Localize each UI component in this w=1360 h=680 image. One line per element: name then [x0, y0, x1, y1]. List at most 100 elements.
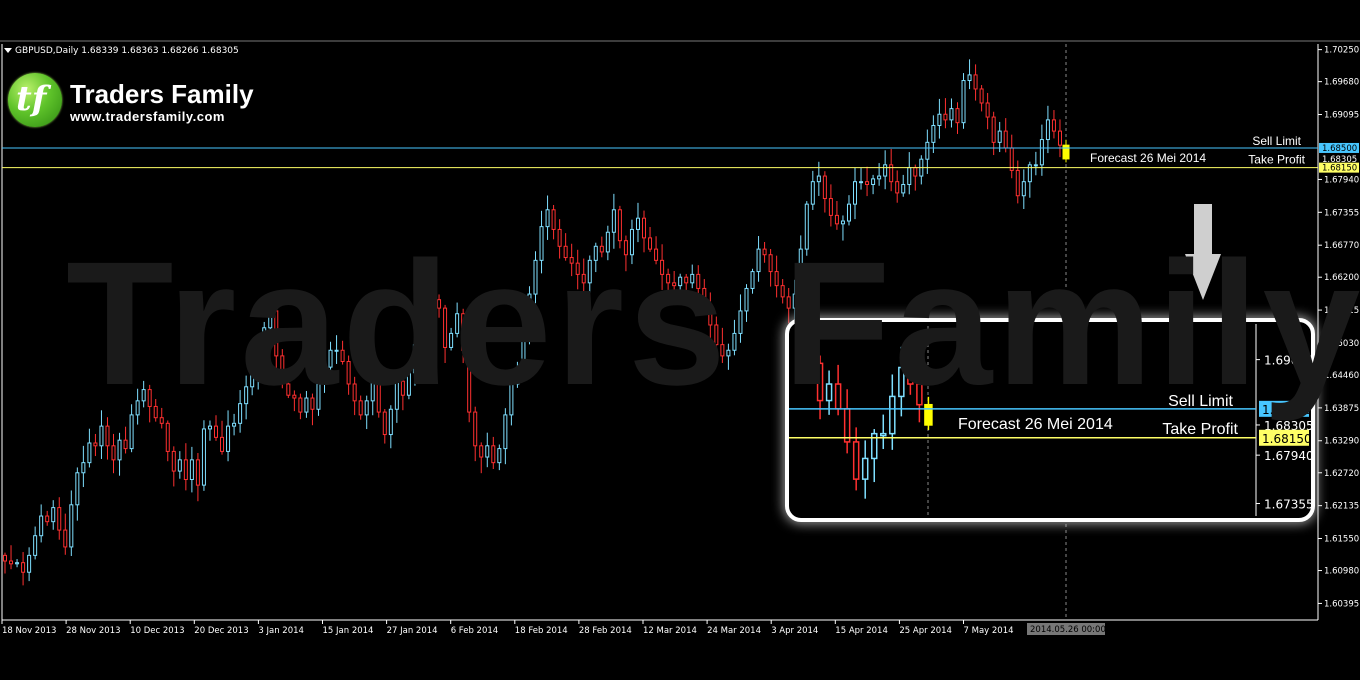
candle-body — [195, 459, 200, 486]
price-tick-label: 1.69095 — [1324, 111, 1359, 121]
candle-body — [961, 80, 966, 124]
candle-body — [232, 422, 237, 427]
candle-body — [1062, 144, 1070, 160]
dropdown-triangle-icon[interactable] — [4, 48, 12, 53]
price-tick-label: 1.67355 — [1324, 208, 1359, 218]
candle-body — [925, 141, 930, 160]
symbol-info[interactable]: GBPUSD,Daily 1.68339 1.68363 1.68266 1.6… — [4, 46, 239, 56]
candle-body — [913, 167, 918, 177]
time-tick-label: 28 Feb 2014 — [579, 626, 632, 636]
brand-watermark: Traders Family — [66, 226, 1360, 422]
time-tick-label: 24 Mar 2014 — [707, 626, 761, 636]
candle-body — [816, 175, 821, 183]
candle-body — [865, 181, 870, 185]
inset-tick-label: 1.67940 — [1264, 449, 1314, 463]
price-tick-label: 1.63290 — [1324, 437, 1359, 447]
time-tick-label: 20 Dec 2013 — [194, 626, 248, 636]
candle-body — [973, 74, 978, 90]
candle-body — [949, 108, 954, 121]
candle-body — [991, 116, 996, 143]
candle-body — [497, 448, 502, 464]
cursor-time-label: 2014.05.26 00:00 — [1030, 625, 1106, 635]
candle-body — [1051, 119, 1056, 132]
time-tick-label: 12 Mar 2014 — [643, 626, 697, 636]
candle-body — [853, 181, 858, 205]
candle-body — [997, 130, 1002, 143]
time-tick-label: 7 May 2014 — [964, 626, 1014, 636]
candle-body — [177, 459, 182, 472]
candle-body — [117, 439, 122, 461]
candle-body — [1021, 181, 1026, 197]
candle-body — [883, 164, 888, 177]
candle-body — [99, 425, 104, 447]
price-tick-label: 1.60395 — [1324, 599, 1359, 609]
take-profit-label: Take Profit — [1248, 153, 1305, 167]
candle-body — [63, 529, 68, 548]
price-tick-label: 1.69680 — [1324, 78, 1359, 88]
inset-candle-body — [861, 457, 869, 480]
price-tick-label: 1.61550 — [1324, 535, 1359, 545]
inset-tick-label: 1.67355 — [1264, 498, 1314, 512]
candle-body — [479, 445, 484, 458]
candle-body — [123, 439, 128, 450]
candle-body — [979, 88, 984, 104]
candle-body — [51, 507, 56, 523]
inset-tp-label: Take Profit — [1162, 421, 1238, 438]
price-levels: Sell Limit Take Profit Forecast 26 Mei 201… — [2, 134, 1318, 169]
candle-body — [1009, 147, 1014, 171]
time-tick-label: 15 Jan 2014 — [323, 626, 374, 636]
candle-body — [171, 450, 176, 472]
candle-body — [207, 425, 212, 430]
candle-body — [810, 181, 815, 205]
price-tick-label: 1.62720 — [1324, 469, 1359, 479]
candle-body — [69, 504, 74, 548]
time-tick-label: 27 Jan 2014 — [387, 626, 438, 636]
time-tick-label: 18 Feb 2014 — [515, 626, 568, 636]
candle-body — [33, 535, 38, 556]
candle-body — [189, 459, 194, 481]
candle-body — [1045, 119, 1050, 141]
candle-body — [907, 167, 912, 185]
tp-price-tag: 1.68150 — [1322, 164, 1357, 174]
candle-body — [828, 198, 833, 216]
candle-body — [201, 428, 206, 486]
candle-body — [1057, 130, 1062, 146]
candle-body — [226, 425, 231, 452]
time-axis: 18 Nov 2013 28 Nov 2013 10 Dec 2013 20 Dec … — [1, 620, 1106, 636]
price-tick-label: 1.67940 — [1324, 175, 1359, 185]
candle-body — [895, 181, 900, 194]
candle-body — [220, 436, 225, 452]
brand-url: www.tradersfamily.com — [70, 109, 225, 124]
candle-body — [822, 175, 827, 200]
candle-body — [955, 108, 960, 124]
candle-body — [87, 442, 92, 464]
candle-body — [105, 425, 110, 447]
candle-body — [859, 181, 864, 184]
sell-limit-label: Sell Limit — [1252, 134, 1301, 148]
price-tick-label: 1.70250 — [1324, 46, 1359, 56]
candle-body — [1003, 130, 1008, 149]
candle-body — [45, 515, 50, 523]
candle-body — [871, 178, 876, 185]
candle-body — [39, 515, 44, 537]
candle-body — [1039, 139, 1044, 166]
price-tick-label: 1.60980 — [1324, 567, 1359, 577]
time-tick-label: 3 Jan 2014 — [258, 626, 304, 636]
candle-body — [943, 113, 948, 121]
candle-body — [213, 425, 218, 438]
inset-candle-body — [852, 441, 860, 480]
time-tick-label: 6 Feb 2014 — [451, 626, 499, 636]
candle-body — [21, 562, 26, 573]
candle-body — [93, 442, 98, 447]
logo-icon: tf — [8, 73, 62, 127]
time-tick-label: 25 Apr 2014 — [899, 626, 952, 636]
candle-body — [165, 422, 170, 452]
price-tick-label: 1.62135 — [1324, 502, 1359, 512]
time-tick-label: 15 Apr 2014 — [835, 626, 888, 636]
candle-body — [834, 214, 839, 225]
candle-body — [27, 554, 32, 573]
candle-body — [937, 113, 942, 126]
candle-body — [485, 445, 490, 458]
candle-body — [877, 175, 882, 180]
candle-body — [57, 507, 62, 531]
